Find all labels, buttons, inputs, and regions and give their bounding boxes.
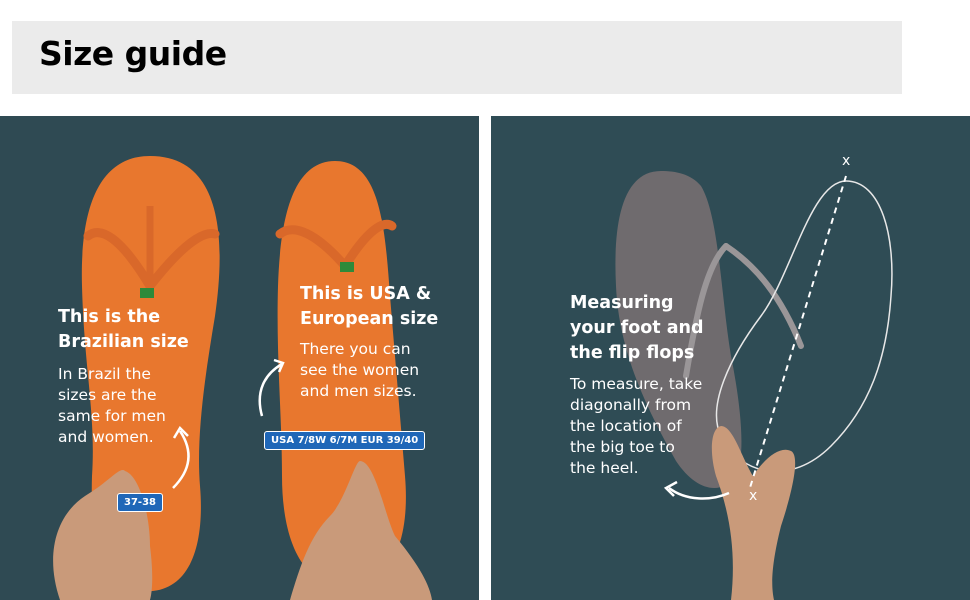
usa-size-heading: This is USA & European size: [300, 282, 438, 332]
usa-body-line: and men sizes.: [300, 382, 417, 400]
usa-heading-line: European size: [300, 309, 439, 329]
brazil-heading-line: Brazilian size: [58, 332, 189, 352]
measuring-heading-line: your foot and: [570, 318, 704, 338]
measuring-body-line: the heel.: [570, 459, 639, 477]
left-brazil-flag-icon: [140, 288, 154, 298]
usa-size-badge: USA 7/8W 6/7M EUR 39/40: [264, 431, 426, 450]
brazil-body-line: sizes are the: [58, 386, 157, 404]
measure-end-marker: x: [749, 488, 758, 504]
left-hand-illustration: [53, 470, 153, 600]
measuring-heading: Measuring your foot and the flip flops: [570, 291, 704, 366]
page-title: Size guide: [39, 34, 227, 73]
measuring-body-line: To measure, take: [570, 375, 703, 393]
measuring-heading-line: Measuring: [570, 293, 674, 313]
measuring-guide-panel: x x Measuring your foot and the flip flo…: [491, 116, 970, 600]
measuring-illustration: [615, 171, 893, 600]
measuring-description: To measure, take diagonally from the loc…: [570, 374, 702, 479]
measuring-body-line: the big toe to: [570, 438, 675, 456]
usa-body-line: see the women: [300, 361, 420, 379]
measuring-curved-arrow: [668, 486, 730, 500]
hand-illustration: [711, 426, 796, 600]
brazil-body-line: and women.: [58, 428, 154, 446]
usa-size-description: There you can see the women and men size…: [300, 339, 419, 402]
measuring-heading-line: the flip flops: [570, 343, 695, 363]
measuring-body-line: diagonally from: [570, 396, 692, 414]
measure-start-marker: x: [842, 153, 851, 169]
sandal-outline: [715, 180, 893, 473]
usa-body-line: There you can: [300, 340, 411, 358]
page-header: Size guide: [12, 21, 902, 94]
brazil-body-line: same for men: [58, 407, 166, 425]
measuring-body-line: the location of: [570, 417, 682, 435]
brazil-size-heading: This is the Brazilian size: [58, 305, 189, 355]
brazil-size-badge: 37-38: [117, 493, 163, 512]
right-brazil-flag-icon: [340, 262, 354, 272]
usa-heading-line: This is USA &: [300, 284, 432, 304]
brazil-body-line: In Brazil the: [58, 365, 151, 383]
brazil-usa-size-panel: This is the Brazilian size In Brazil the…: [0, 116, 479, 600]
brazil-size-description: In Brazil the sizes are the same for men…: [58, 364, 166, 448]
brazil-heading-line: This is the: [58, 307, 161, 327]
